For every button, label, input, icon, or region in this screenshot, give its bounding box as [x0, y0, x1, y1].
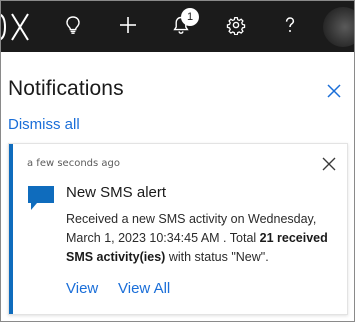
panel-title: Notifications [8, 77, 124, 100]
gear-icon [226, 15, 246, 40]
add-button[interactable] [111, 10, 145, 44]
notification-time: a few seconds ago [27, 158, 120, 169]
app-window: 1 Notifications Dismiss all a few second… [0, 0, 355, 322]
view-link[interactable]: View [66, 280, 98, 297]
notification-body-status: with status "New". [165, 250, 269, 264]
card-accent-bar [9, 144, 13, 314]
chat-message-icon [27, 184, 55, 212]
help-icon [280, 15, 300, 40]
close-panel-button[interactable] [325, 82, 343, 100]
lightbulb-icon [63, 15, 83, 40]
top-bar: 1 [1, 1, 354, 52]
close-icon [321, 157, 337, 176]
lightbulb-button[interactable] [56, 10, 90, 44]
close-icon [325, 84, 343, 104]
dismiss-notification-button[interactable] [321, 156, 337, 172]
notification-body: Received a new SMS activity on Wednesday… [66, 210, 346, 267]
notification-count-badge: 1 [181, 8, 199, 26]
settings-button[interactable] [219, 10, 253, 44]
avatar[interactable] [323, 7, 354, 47]
plus-icon [118, 15, 138, 40]
dismiss-all-link[interactable]: Dismiss all [8, 116, 80, 133]
view-all-link[interactable]: View All [118, 280, 170, 297]
help-button[interactable] [273, 10, 307, 44]
app-logo-fragment [1, 10, 31, 44]
notification-title: New SMS alert [66, 184, 167, 201]
notification-card: a few seconds ago New SMS alert Received… [8, 143, 348, 315]
